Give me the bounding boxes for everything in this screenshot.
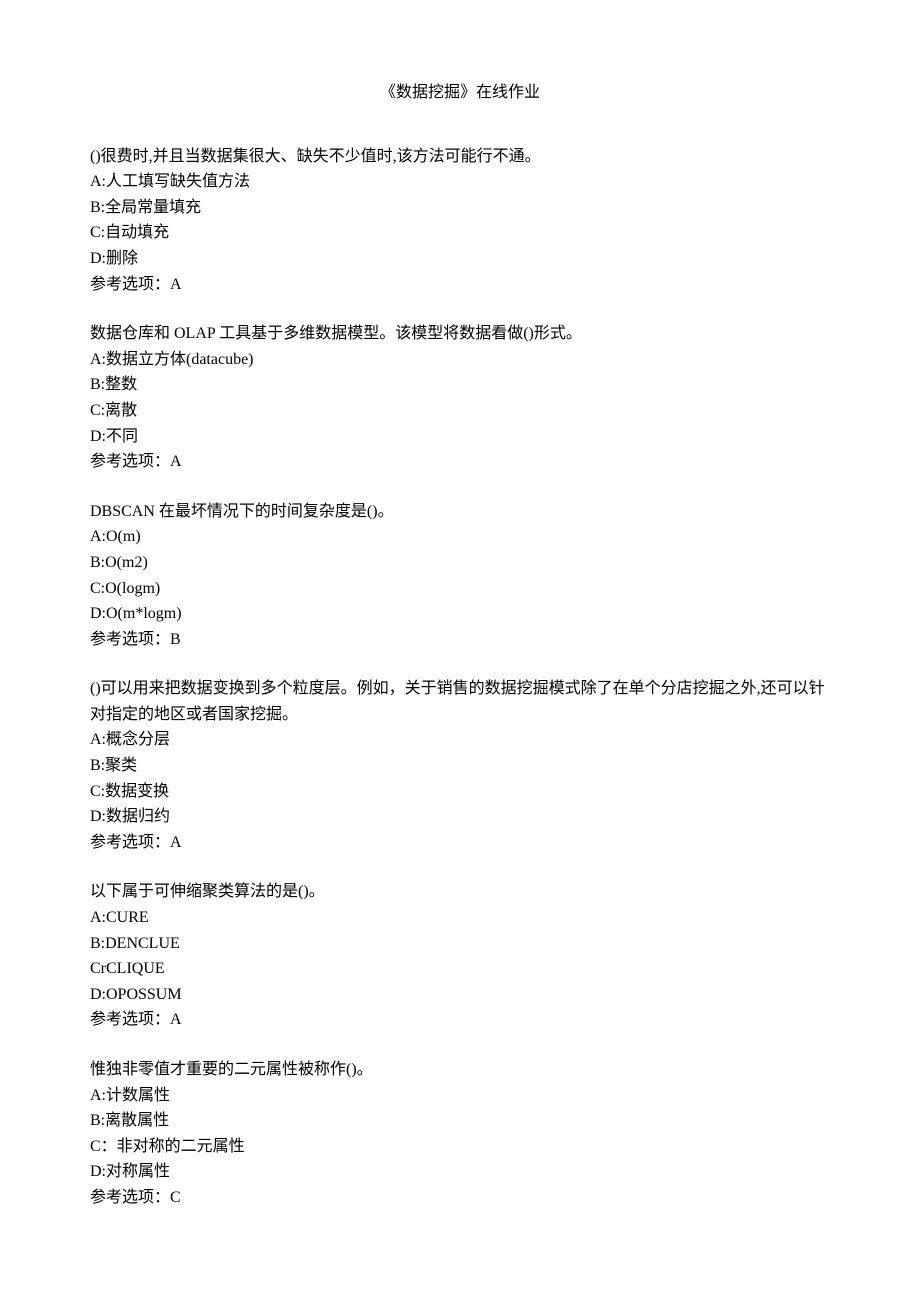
question-block: ()可以用来把数据变换到多个粒度层。例如，关于销售的数据挖掘模式除了在单个分店挖…	[90, 676, 830, 855]
question-answer: 参考选项：C	[90, 1185, 830, 1211]
question-option: D:OPOSSUM	[90, 982, 830, 1008]
question-block: 以下属于可伸缩聚类算法的是()。 A:CURE B:DENCLUE CrCLIQ…	[90, 879, 830, 1033]
question-answer: 参考选项：B	[90, 627, 830, 653]
question-option: A:O(m)	[90, 524, 830, 550]
question-option: A:人工填写缺失值方法	[90, 169, 830, 195]
question-option: A:数据立方体(datacube)	[90, 347, 830, 373]
question-block: 惟独非零值才重要的二元属性被称作()。 A:计数属性 B:离散属性 C：非对称的…	[90, 1057, 830, 1211]
question-option: B:全局常量填充	[90, 195, 830, 221]
question-option: C：非对称的二元属性	[90, 1134, 830, 1160]
question-option: D:数据归约	[90, 804, 830, 830]
question-stem: ()很费时,并且当数据集很大、缺失不少值时,该方法可能行不通。	[90, 144, 830, 170]
question-stem: DBSCAN 在最坏情况下的时间复杂度是()。	[90, 499, 830, 525]
question-option: D:删除	[90, 246, 830, 272]
question-answer: 参考选项：A	[90, 1007, 830, 1033]
question-option: A:计数属性	[90, 1083, 830, 1109]
question-option: B:离散属性	[90, 1108, 830, 1134]
question-option: D:O(m*logm)	[90, 601, 830, 627]
question-option: B:整数	[90, 372, 830, 398]
question-block: 数据仓库和 OLAP 工具基于多维数据模型。该模型将数据看做()形式。 A:数据…	[90, 321, 830, 475]
question-answer: 参考选项：A	[90, 272, 830, 298]
page-title: 《数据挖掘》在线作业	[90, 80, 830, 106]
question-block: DBSCAN 在最坏情况下的时间复杂度是()。 A:O(m) B:O(m2) C…	[90, 499, 830, 653]
question-option: C:离散	[90, 398, 830, 424]
question-answer: 参考选项：A	[90, 449, 830, 475]
question-option: C:数据变换	[90, 779, 830, 805]
question-option: B:聚类	[90, 753, 830, 779]
question-option: D:对称属性	[90, 1159, 830, 1185]
question-option: B:DENCLUE	[90, 931, 830, 957]
document-page: 《数据挖掘》在线作业 ()很费时,并且当数据集很大、缺失不少值时,该方法可能行不…	[0, 0, 920, 1301]
question-stem: 以下属于可伸缩聚类算法的是()。	[90, 879, 830, 905]
question-stem: 惟独非零值才重要的二元属性被称作()。	[90, 1057, 830, 1083]
question-option: C:O(logm)	[90, 576, 830, 602]
question-option: A:概念分层	[90, 727, 830, 753]
question-stem: ()可以用来把数据变换到多个粒度层。例如，关于销售的数据挖掘模式除了在单个分店挖…	[90, 676, 830, 727]
question-block: ()很费时,并且当数据集很大、缺失不少值时,该方法可能行不通。 A:人工填写缺失…	[90, 144, 830, 298]
question-option: D:不同	[90, 424, 830, 450]
question-option: C:自动填充	[90, 220, 830, 246]
question-option: B:O(m2)	[90, 550, 830, 576]
question-stem: 数据仓库和 OLAP 工具基于多维数据模型。该模型将数据看做()形式。	[90, 321, 830, 347]
question-option: CrCLIQUE	[90, 956, 830, 982]
question-answer: 参考选项：A	[90, 830, 830, 856]
question-option: A:CURE	[90, 905, 830, 931]
